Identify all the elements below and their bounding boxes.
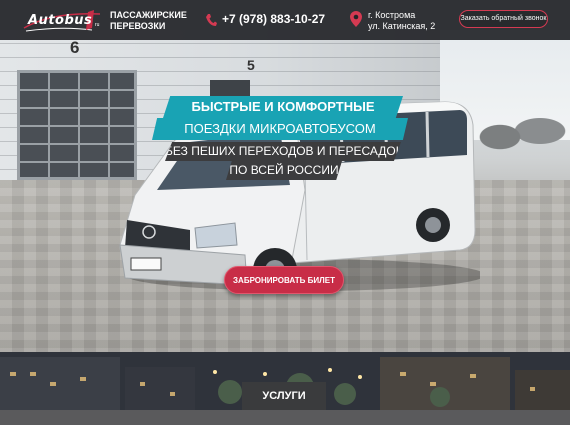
address-street: ул. Катинская, 2 — [368, 21, 436, 31]
building-number-5: 5 — [247, 57, 255, 73]
callback-button[interactable]: Заказать обратный звонок — [459, 10, 548, 28]
logo-suffix: ru — [95, 22, 100, 28]
tagline: ПАССАЖИРСКИЕ ПЕРЕВОЗКИ — [110, 10, 187, 32]
subheadline-line-2: ПО ВСЕЙ РОССИИ — [226, 161, 342, 180]
building-number-6: 6 — [70, 38, 80, 57]
phone-icon — [206, 14, 217, 26]
book-ticket-button[interactable]: ЗАБРОНИРОВАТЬ БИЛЕТ — [224, 266, 344, 294]
address: г. Кострома ул. Катинская, 2 — [368, 10, 435, 32]
logo-text: Autobus — [28, 13, 93, 28]
phone-number[interactable]: +7 (978) 883-10-27 — [222, 12, 325, 26]
headline-line-1: БЫСТРЫЕ И КОМФОРТНЫЕ — [163, 96, 403, 118]
tagline-line-1: ПАССАЖИРСКИЕ — [110, 10, 187, 20]
logo[interactable]: Autobus ru — [22, 8, 104, 34]
trees — [470, 95, 570, 155]
site-header: Autobus ru ПАССАЖИРСКИЕ ПЕРЕВОЗКИ +7 (97… — [0, 0, 570, 40]
subheadline-line-1: БЕЗ ПЕШИХ ПЕРЕХОДОВ И ПЕРЕСАДОК — [165, 142, 401, 161]
location-pin-icon — [350, 11, 362, 27]
address-city: г. Кострома — [368, 10, 416, 20]
tagline-line-2: ПЕРЕВОЗКИ — [110, 21, 166, 31]
headline-line-2: ПОЕЗДКИ МИКРОАВТОБУСОМ — [152, 118, 408, 140]
services-title: УСЛУГИ — [242, 382, 326, 410]
